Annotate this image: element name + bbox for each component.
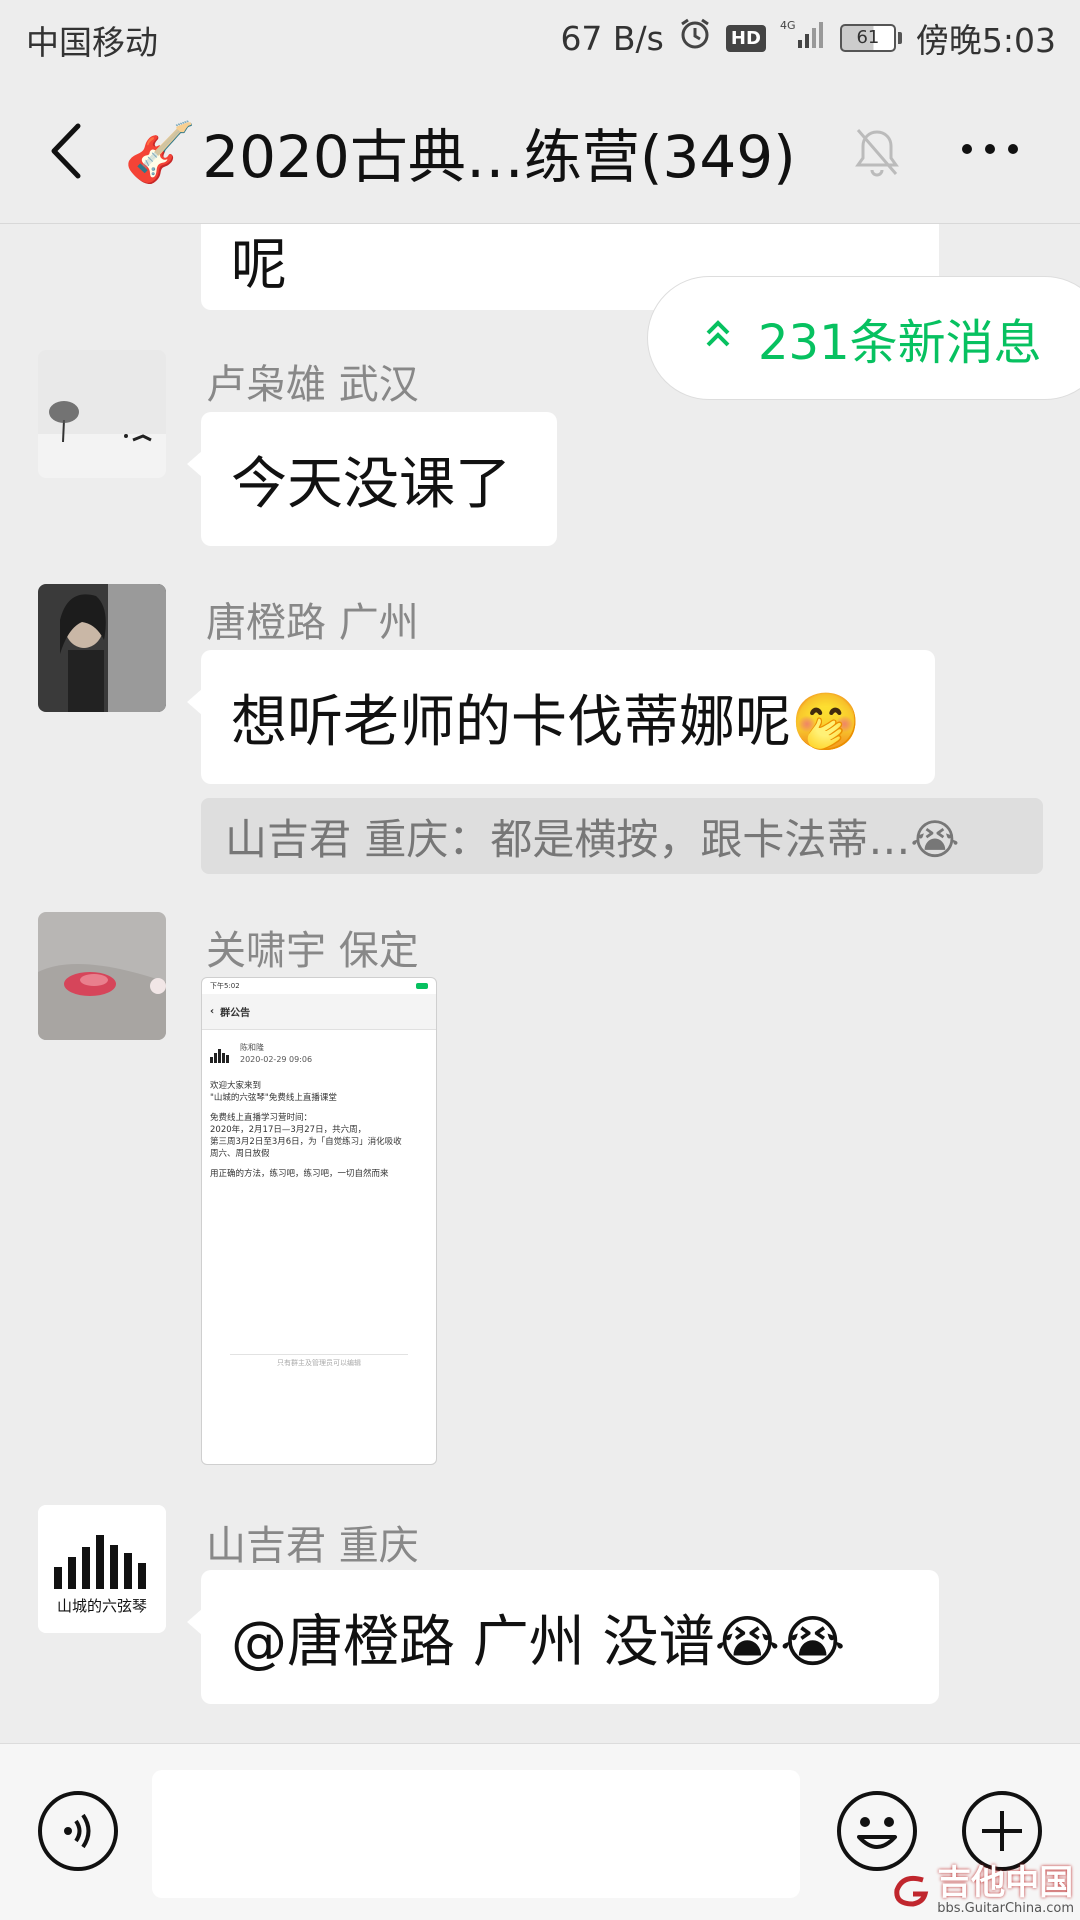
emoji-icon[interactable] <box>835 1789 919 1873</box>
sender-name: 关啸宇 保定 <box>206 928 419 974</box>
svg-text:山城的六弦琴: 山城的六弦琴 <box>57 1597 147 1615</box>
watermark-url: bbs.GuitarChina.com <box>937 1901 1074 1916</box>
clock: 傍晚5:03 <box>915 21 1056 60</box>
signal-icon: 4G <box>780 18 826 58</box>
message-bubble[interactable]: 想听老师的卡伐蒂娜呢🤭 <box>187 650 935 784</box>
chat-screen: 中国移动 67 B/s HD 4G 61 傍晚5:03 🎸 2020古典…练营(… <box>0 0 1080 1920</box>
message-text: @唐橙路 广州 没谱😭😭 <box>231 1609 846 1675</box>
battery-icon: 61 <box>839 24 902 52</box>
image-status-bar: 下午5:02 <box>202 978 436 994</box>
image-status-time: 下午5:02 <box>210 982 240 990</box>
image-line: 用正确的方法，练习吧，练习吧，一切自然而来 <box>210 1169 389 1179</box>
image-author: 陈和隆 2020-02-29 09:06 <box>202 1030 436 1072</box>
double-chevron-up-icon <box>704 318 732 358</box>
image-line: 周六、周日放假 <box>210 1149 270 1159</box>
message-text: 今天没课了 <box>231 451 511 517</box>
image-line: 免费线上直播学习营时间： <box>210 1113 313 1123</box>
image-line: "山城的六弦琴"免费线上直播课堂 <box>210 1093 337 1103</box>
chat-header: 🎸 2020古典…练营(349) <box>0 76 1080 224</box>
input-bar: 吉他中国 bbs.GuitarChina.com <box>0 1743 1080 1920</box>
battery-level: 61 <box>839 24 896 52</box>
message-bubble[interactable]: @唐橙路 广州 没谱😭😭 <box>187 1570 939 1704</box>
plus-icon[interactable] <box>960 1789 1044 1873</box>
new-messages-label: 231条新消息 <box>758 315 1042 371</box>
back-arrow-icon[interactable] <box>40 118 94 184</box>
sender-name: 卢枭雄 武汉 <box>206 362 419 408</box>
image-body: 欢迎大家来到 "山城的六弦琴"免费线上直播课堂 免费线上直播学习营时间： 2020年… <box>202 1072 436 1196</box>
image-line: 第三周3月2日至3月6日，为「自觉练习」消化吸收 <box>210 1137 402 1147</box>
carrier-label: 中国移动 <box>26 23 158 62</box>
message-bubble[interactable]: 今天没课了 <box>187 412 557 546</box>
avatar[interactable] <box>38 350 166 478</box>
message-text: 呢 <box>231 233 287 298</box>
mute-bell-icon <box>852 124 902 180</box>
status-bar: 中国移动 67 B/s HD 4G 61 傍晚5:03 <box>0 0 1080 76</box>
image-message[interactable]: 下午5:02 ‹ 群公告 陈和隆 2020-02-29 09:06 欢迎大家来到 "… <box>201 977 437 1465</box>
quote-text: 山吉君 重庆：都是横按，跟卡法蒂…😭 <box>225 814 960 864</box>
voice-icon[interactable] <box>36 1789 120 1873</box>
sender-name: 山吉君 重庆 <box>206 1523 419 1569</box>
image-battery-icon <box>416 983 428 989</box>
svg-text:4G: 4G <box>780 19 796 32</box>
watermark-name: 吉他中国 <box>937 1863 1074 1903</box>
message-text: 想听老师的卡伐蒂娜呢🤭 <box>231 689 861 755</box>
watermark-logo-icon <box>894 1875 929 1907</box>
image-header-title: 群公告 <box>220 1008 251 1019</box>
hd-icon: HD <box>725 24 766 52</box>
avatar[interactable]: 山城的六弦琴 <box>38 1505 166 1633</box>
avatar[interactable] <box>38 584 166 712</box>
image-line: 欢迎大家来到 <box>210 1081 262 1091</box>
group-name: 2020古典…练营(349) <box>202 123 796 191</box>
new-messages-button[interactable]: 231条新消息 <box>647 276 1080 400</box>
watermark: 吉他中国 bbs.GuitarChina.com <box>893 1865 1074 1916</box>
alarm-icon <box>678 17 712 59</box>
guitar-icon: 🎸 <box>124 117 197 186</box>
avatar[interactable] <box>38 912 166 1040</box>
message-input[interactable] <box>152 1770 800 1898</box>
image-line: 2020年，2月17日—3月27日，共六周， <box>210 1125 367 1135</box>
image-footer: 只有群主及管理员可以编辑 <box>230 1354 408 1368</box>
image-header: ‹ 群公告 <box>202 994 436 1030</box>
image-logo-icon <box>210 1045 232 1063</box>
more-dots-icon[interactable] <box>955 134 1025 164</box>
image-author-name: 陈和隆 <box>240 1043 264 1052</box>
net-speed: 67 B/s <box>560 18 664 58</box>
chat-title[interactable]: 🎸 2020古典…练营(349) <box>124 110 796 194</box>
quoted-message[interactable]: 山吉君 重庆：都是横按，跟卡法蒂…😭 <box>201 798 1043 874</box>
image-date: 2020-02-29 09:06 <box>240 1055 313 1064</box>
sender-name: 唐橙路 广州 <box>206 600 419 646</box>
